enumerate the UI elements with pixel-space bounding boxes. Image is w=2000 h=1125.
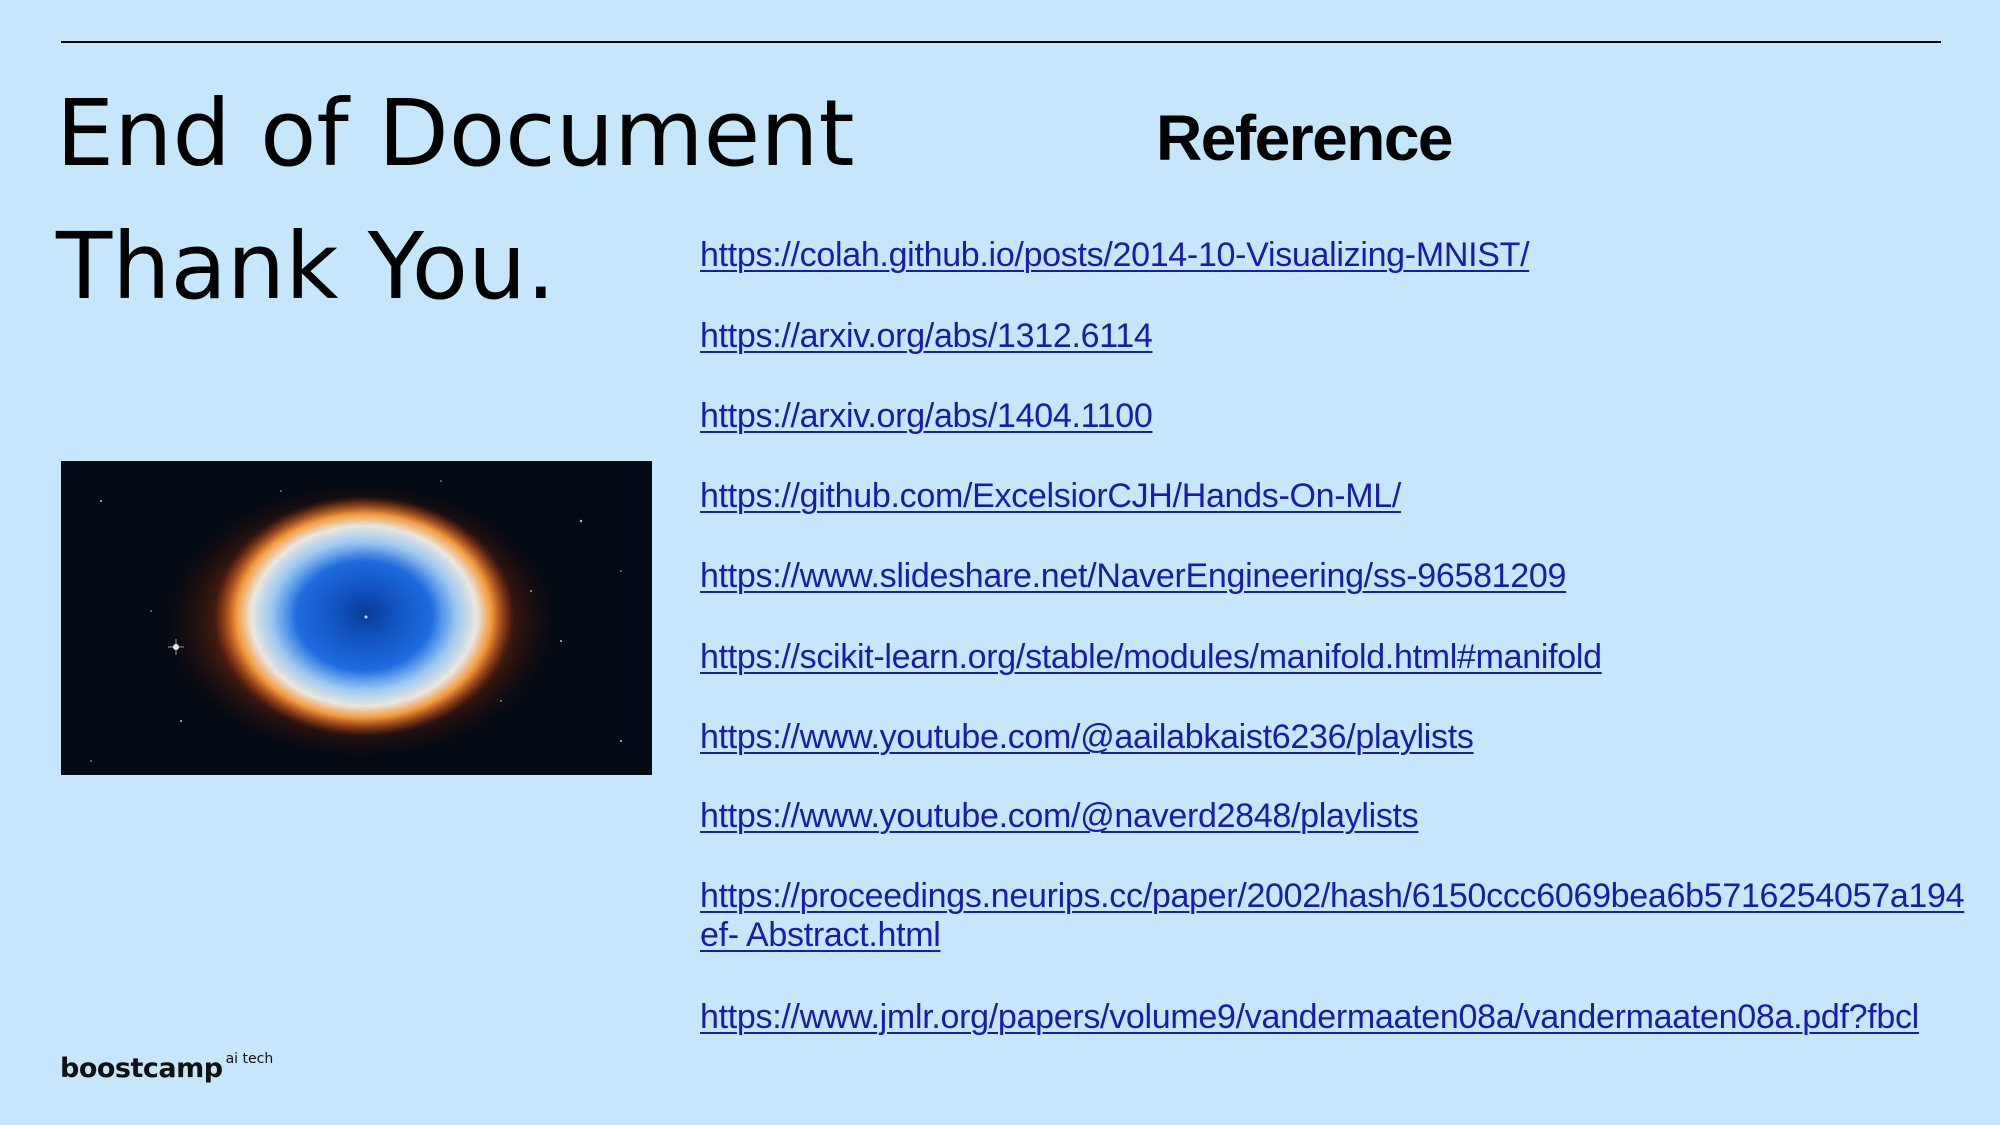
reference-link[interactable]: https://scikit-learn.org/stable/modules/… <box>700 638 1970 677</box>
reference-link[interactable]: https://proceedings.neurips.cc/paper/200… <box>700 877 1970 955</box>
boostcamp-logo: boostcamp ai tech <box>60 1052 273 1082</box>
title-end-of-document: End of Document <box>56 80 855 187</box>
logo-name: boostcamp <box>60 1053 223 1084</box>
reference-link[interactable]: https://github.com/ExcelsiorCJH/Hands-On… <box>700 477 1970 516</box>
reference-link[interactable]: https://arxiv.org/abs/1312.6114 <box>700 317 1970 356</box>
reference-link[interactable]: https://colah.github.io/posts/2014-10-Vi… <box>700 236 1970 275</box>
reference-link[interactable]: https://www.jmlr.org/papers/volume9/vand… <box>700 998 1970 1037</box>
reference-link[interactable]: https://www.youtube.com/@naverd2848/play… <box>700 797 1970 836</box>
reference-heading: Reference <box>1156 102 1454 174</box>
top-divider <box>61 41 1941 43</box>
ring-nebula-image <box>61 461 652 775</box>
reference-link[interactable]: https://www.slideshare.net/NaverEngineer… <box>700 557 1970 596</box>
reference-link[interactable]: https://www.youtube.com/@aailabkaist6236… <box>700 718 1970 757</box>
reference-link[interactable]: https://arxiv.org/abs/1404.1100 <box>700 397 1970 436</box>
logo-suffix: ai tech <box>225 1051 274 1067</box>
title-thank-you: Thank You. <box>56 213 556 320</box>
